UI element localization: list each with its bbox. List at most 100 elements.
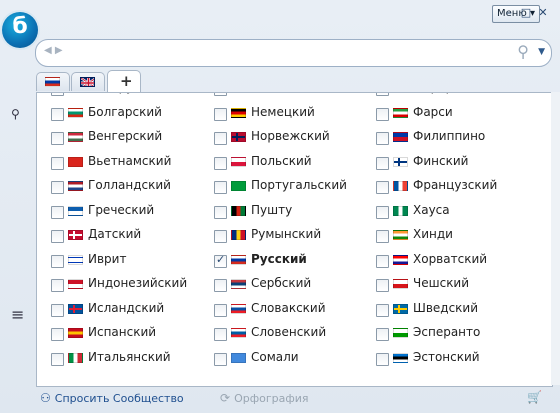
language-label: Хинди	[413, 227, 453, 241]
bg-flag-icon	[68, 107, 83, 118]
language-label: Болгарский	[88, 104, 162, 119]
language-checkbox[interactable]	[51, 132, 64, 145]
dropdown-icon[interactable]: ▼	[538, 47, 545, 57]
language-checkbox[interactable]	[51, 107, 64, 121]
pl-flag-icon	[231, 156, 246, 167]
language-checkbox[interactable]	[214, 279, 227, 292]
vn-flag-icon	[68, 156, 83, 167]
tab-add-language[interactable]: +	[107, 70, 141, 93]
language-checkbox[interactable]	[214, 328, 227, 341]
language-label: Хорватский	[413, 251, 488, 266]
id-flag-icon	[68, 279, 83, 289]
app-logo[interactable]: б	[2, 12, 38, 48]
ask-community-link[interactable]: ⚇ Спросить Сообщество	[40, 391, 184, 405]
language-checkbox[interactable]	[51, 230, 64, 243]
language-checkbox[interactable]	[214, 303, 227, 317]
language-checkbox[interactable]	[51, 181, 64, 194]
language-label: Португальский	[251, 178, 347, 192]
language-label: Белорусский	[88, 93, 169, 94]
language-checkbox[interactable]	[376, 156, 389, 170]
spelling-icon: ⟳	[220, 391, 231, 405]
language-label: Хауса	[413, 202, 450, 217]
language-checkbox[interactable]	[214, 156, 227, 170]
il-flag-icon	[68, 254, 83, 265]
language-checkbox[interactable]	[51, 328, 64, 341]
language-checkbox[interactable]	[376, 279, 389, 292]
language-label: Сербский	[251, 276, 312, 290]
language-label: Датский	[88, 227, 142, 241]
no-flag-icon	[231, 132, 246, 142]
nav-arrows-icon[interactable]: ◀ ▶	[44, 45, 63, 56]
br-flag-icon	[231, 181, 246, 191]
language-label: Филиппино	[413, 129, 486, 143]
minimize-button[interactable]: –	[502, 6, 516, 20]
language-checkbox[interactable]	[51, 156, 64, 170]
language-checkbox[interactable]	[51, 93, 64, 96]
is-flag-icon	[68, 303, 83, 314]
tab-english[interactable]	[71, 72, 105, 91]
language-checkbox[interactable]	[214, 205, 227, 219]
language-checkbox[interactable]	[214, 230, 227, 243]
language-checkbox[interactable]	[376, 93, 389, 96]
hu-flag-icon	[68, 132, 83, 142]
dk-flag-icon	[68, 230, 83, 240]
close-button[interactable]: ✕	[536, 6, 550, 20]
language-label: Исландский	[88, 300, 165, 315]
ph-flag-icon	[393, 132, 408, 142]
ir-flag-icon	[393, 107, 408, 118]
language-checkbox[interactable]	[51, 352, 64, 366]
language-label: Чешский	[413, 276, 470, 290]
language-checkbox[interactable]	[376, 230, 389, 243]
list-icon[interactable]: ≡	[11, 305, 24, 324]
language-label: Румынский	[251, 227, 322, 241]
left-sidebar: ⚲ ≡	[0, 95, 35, 385]
tab-russian[interactable]	[36, 72, 70, 91]
russia-flag-icon	[45, 77, 60, 87]
in-flag-icon	[393, 230, 408, 240]
language-checkbox[interactable]	[376, 205, 389, 219]
language-label: Венгерский	[88, 129, 163, 143]
language-checkbox[interactable]	[214, 181, 227, 194]
language-checkbox[interactable]	[376, 132, 389, 145]
plus-icon: +	[120, 72, 133, 90]
language-label: Итальянский	[88, 349, 171, 364]
language-checkbox[interactable]	[51, 205, 64, 219]
language-checkbox[interactable]	[376, 107, 389, 121]
language-label: Пушту	[251, 202, 293, 217]
language-label: Шведский	[413, 300, 479, 315]
language-label: Финский	[413, 153, 469, 168]
maximize-button[interactable]: □	[519, 6, 533, 20]
search-icon[interactable]: ⚲	[517, 42, 529, 61]
language-label: Индонезийский	[88, 276, 188, 290]
ask-community-label: Спросить Сообщество	[54, 392, 184, 405]
language-label: Норвежский	[251, 129, 330, 143]
language-checkbox[interactable]	[214, 253, 227, 268]
language-checkbox[interactable]	[214, 93, 227, 96]
language-checkbox[interactable]	[376, 254, 389, 268]
language-checkbox[interactable]	[51, 303, 64, 317]
mn-flag-icon	[231, 92, 246, 93]
language-label: Русский	[251, 251, 307, 266]
language-label: Сомали	[251, 349, 299, 364]
rs-flag-icon	[231, 279, 246, 289]
cart-icon[interactable]: 🛒	[527, 390, 542, 404]
language-checkbox[interactable]	[376, 352, 389, 366]
gr-flag-icon	[68, 205, 83, 216]
spelling-link[interactable]: ⟳ Орфография	[220, 391, 309, 405]
language-checkbox[interactable]	[214, 132, 227, 145]
language-label: Эсперанто	[413, 325, 481, 339]
magnifier-icon[interactable]: ⚲	[11, 107, 20, 121]
language-checkbox[interactable]	[51, 279, 64, 292]
ru-flag-icon	[231, 254, 246, 265]
language-checkbox[interactable]	[376, 181, 389, 194]
language-label: Эстонский	[413, 349, 480, 364]
language-checkbox[interactable]	[376, 303, 389, 317]
language-checkbox[interactable]	[214, 107, 227, 121]
language-checkbox[interactable]	[376, 328, 389, 341]
language-label: Словенский	[251, 325, 327, 339]
language-checkbox[interactable]	[214, 352, 227, 366]
language-checkbox[interactable]	[51, 254, 64, 268]
nl-flag-icon	[68, 181, 83, 191]
scrollbar[interactable]	[551, 92, 560, 385]
search-input[interactable]: ◀ ▶ ⚲ ▼	[35, 39, 552, 67]
